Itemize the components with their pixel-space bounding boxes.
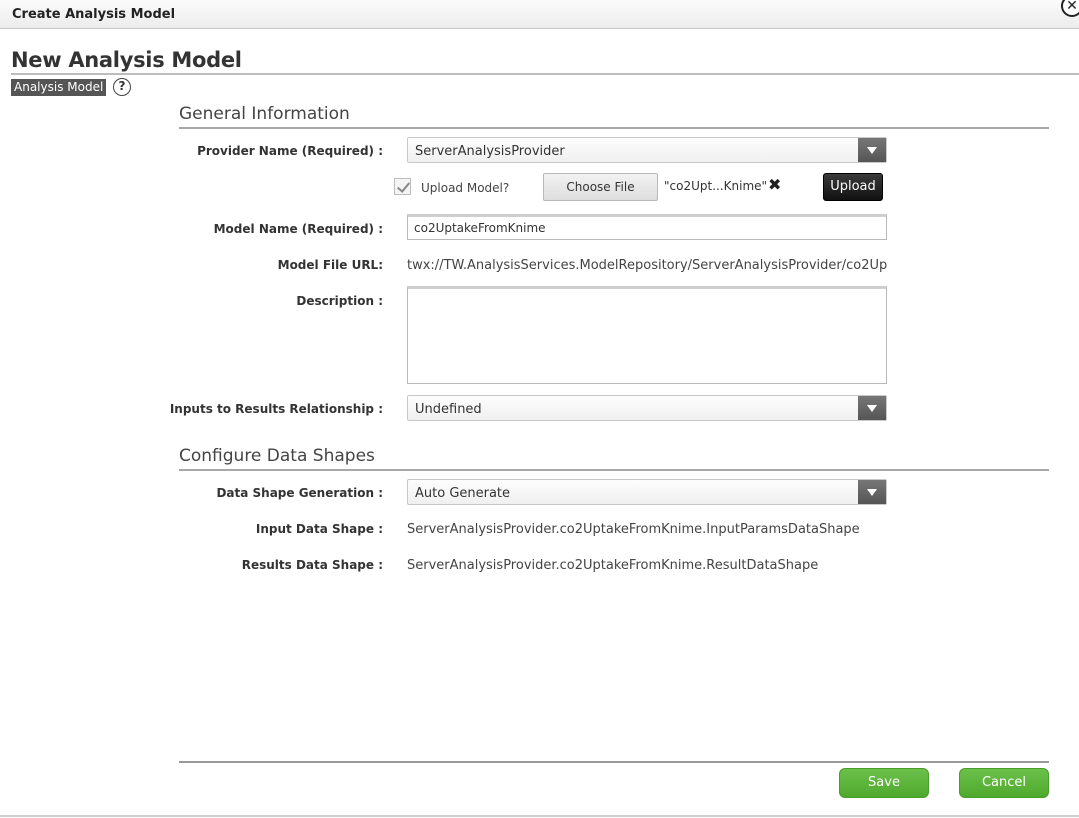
footer-divider (179, 761, 1049, 763)
dialog-titlebar: Create Analysis Model (0, 0, 1079, 29)
description-label: Description : (296, 294, 383, 308)
breadcrumb: Analysis Model (11, 79, 107, 96)
chevron-down-icon[interactable] (858, 138, 886, 162)
title-divider (11, 73, 1079, 75)
cancel-button[interactable]: Cancel (959, 768, 1049, 798)
chevron-down-icon[interactable] (858, 480, 886, 504)
relationship-select-value: Undefined (415, 402, 482, 417)
results-shape-value: ServerAnalysisProvider.co2UptakeFromKnim… (407, 558, 819, 573)
chevron-down-icon[interactable] (858, 396, 886, 420)
model-name-input[interactable]: co2UptakeFromKnime (407, 214, 887, 240)
section-divider-general (179, 127, 1049, 129)
upload-model-checkbox[interactable] (394, 178, 411, 195)
shape-generation-select[interactable]: Auto Generate (407, 479, 887, 505)
upload-button[interactable]: Upload (823, 173, 883, 201)
provider-select[interactable]: ServerAnalysisProvider (407, 137, 887, 163)
shape-generation-value: Auto Generate (415, 486, 511, 501)
dialog-title: Create Analysis Model (12, 7, 176, 22)
selected-file-name: "co2Upt...Knime" (664, 179, 768, 193)
section-divider-data-shapes (179, 469, 1049, 471)
page-title: New Analysis Model (11, 48, 242, 72)
choose-file-button[interactable]: Choose File (543, 173, 658, 201)
dialog-bottom-border (0, 815, 1079, 817)
relationship-select[interactable]: Undefined (407, 395, 887, 421)
model-name-label: Model Name (Required) : (213, 222, 383, 236)
help-icon[interactable]: ? (113, 78, 131, 96)
model-url-value: twx://TW.AnalysisServices.ModelRepositor… (407, 258, 887, 273)
provider-select-value: ServerAnalysisProvider (415, 144, 565, 159)
results-shape-label: Results Data Shape : (241, 558, 383, 572)
section-title-data-shapes: Configure Data Shapes (179, 446, 375, 466)
shape-generation-label: Data Shape Generation : (216, 486, 383, 500)
clear-file-icon[interactable]: ✖ (768, 175, 781, 194)
save-button[interactable]: Save (839, 768, 929, 798)
model-url-label: Model File URL: (277, 258, 383, 272)
description-textarea[interactable] (407, 286, 887, 384)
input-shape-label: Input Data Shape : (255, 522, 383, 536)
relationship-label: Inputs to Results Relationship : (169, 402, 383, 416)
provider-label: Provider Name (Required) : (197, 144, 383, 158)
section-title-general: General Information (179, 104, 350, 124)
input-shape-value: ServerAnalysisProvider.co2UptakeFromKnim… (407, 522, 860, 537)
upload-model-label: Upload Model? (421, 181, 510, 195)
